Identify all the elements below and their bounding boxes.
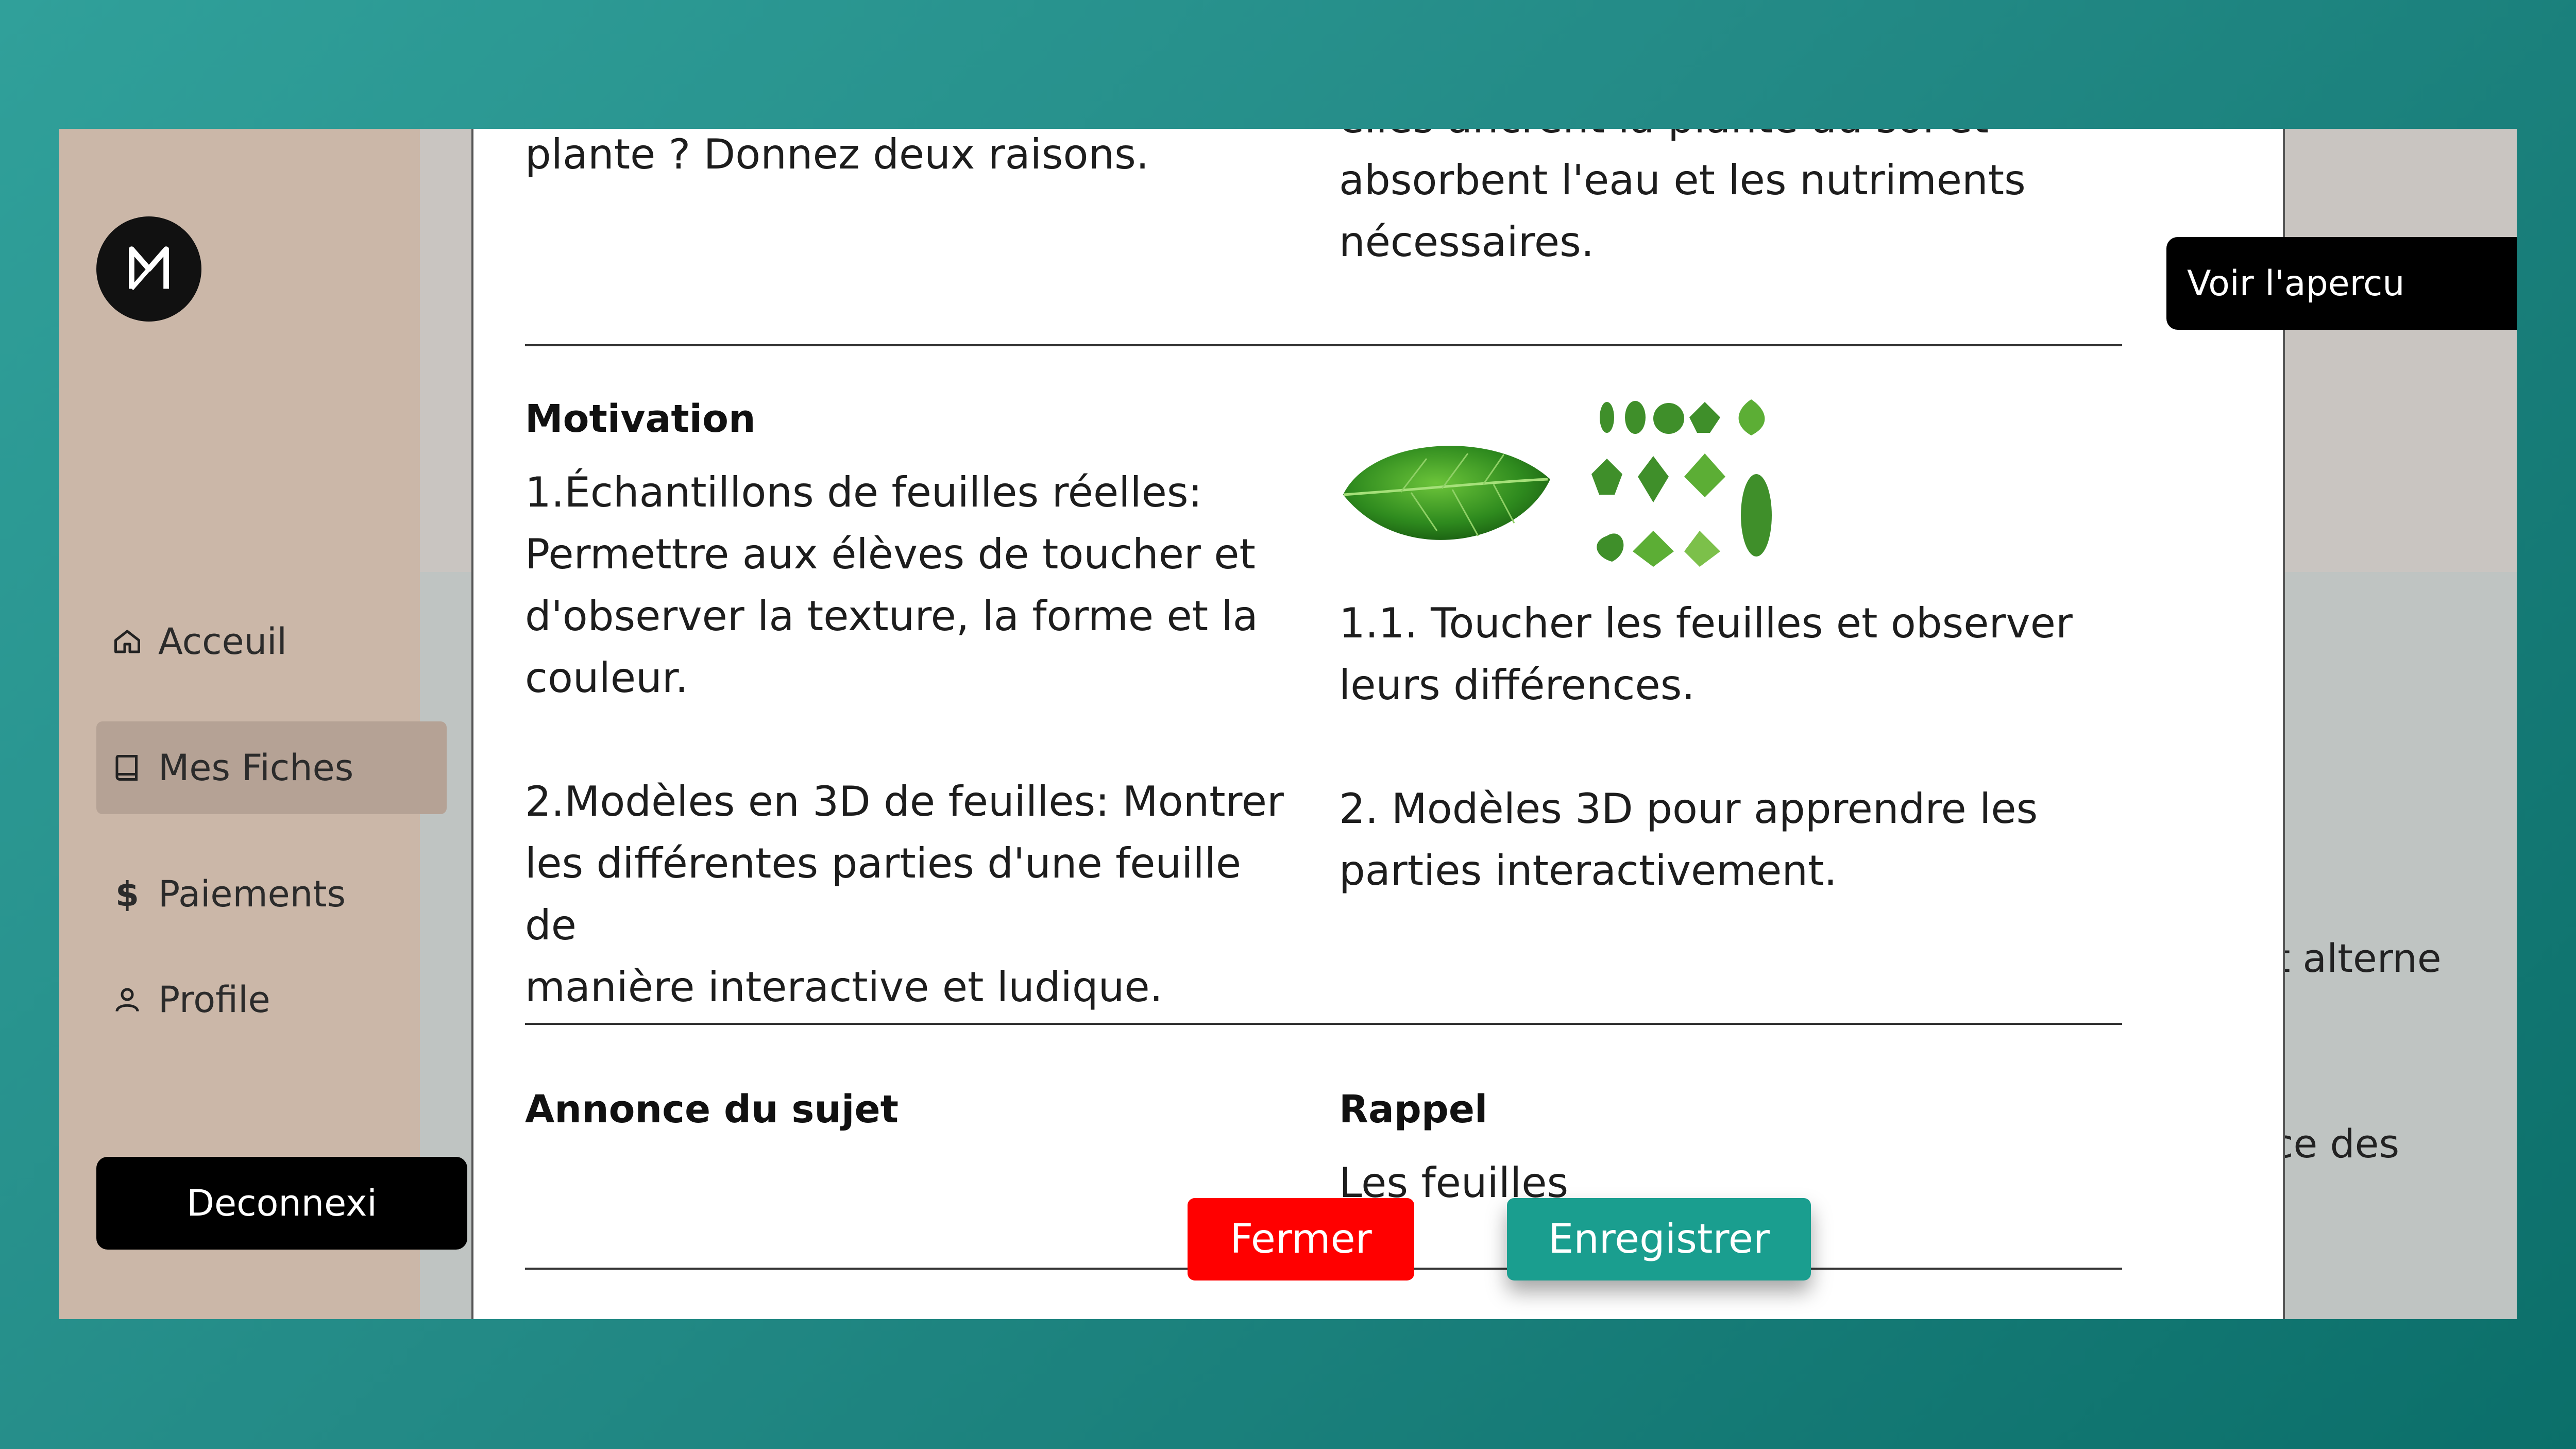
motivation-right-text-1: 1.1. Toucher les feuilles et observer le…	[1339, 599, 2073, 709]
close-button[interactable]: Fermer	[1188, 1198, 1414, 1280]
question-text: plante ? Donnez deux raisons.	[525, 130, 1149, 178]
sidebar-item-label: Mes Fiches	[158, 747, 354, 789]
rappel-column: Rappel Les feuilles	[1339, 1087, 2112, 1214]
leaf-image	[1343, 446, 1550, 540]
user-icon	[96, 984, 158, 1015]
motivation-text-2: 2.Modèles en 3D de feuilles: Montrer les…	[525, 778, 1284, 1011]
logout-button[interactable]: Deconnexi	[96, 1157, 467, 1250]
preview-button[interactable]: Voir l'apercu	[2166, 237, 2517, 330]
sidebar-item-profile[interactable]: Profile	[96, 953, 447, 1046]
sidebar-item-label: Profile	[158, 979, 270, 1021]
annonce-heading: Annonce du sujet	[525, 1087, 899, 1132]
sidebar-item-label: Acceuil	[158, 620, 287, 663]
answer-text: elles ancrent la plante au sol et absorb…	[1339, 129, 2026, 266]
leaf-types-chart-image	[1586, 386, 1787, 587]
motivation-text-1: 1.Échantillons de feuilles réelles: Perm…	[525, 468, 1258, 702]
book-icon	[96, 752, 158, 783]
divider	[525, 344, 2122, 346]
divider	[525, 1023, 2122, 1025]
save-button[interactable]: Enregistrer	[1507, 1198, 1811, 1280]
modal-dialog: plante ? Donnez deux raisons. elles ancr…	[471, 129, 2285, 1319]
sidebar: Acceuil Mes Fiches $ Paiements Profile D…	[59, 129, 467, 1319]
leaf-images	[1339, 386, 2112, 593]
sidebar-item-acceuil[interactable]: Acceuil	[96, 595, 447, 688]
motivation-right-text-2: 2. Modèles 3D pour apprendre les parties…	[1339, 785, 2038, 895]
motivation-left: Motivation 1.Échantillons de feuilles ré…	[525, 397, 1298, 1018]
dollar-icon: $	[115, 874, 139, 914]
motivation-heading: Motivation	[525, 397, 756, 441]
sidebar-item-mes-fiches[interactable]: Mes Fiches	[96, 721, 447, 814]
motivation-right: 1.1. Toucher les feuilles et observer le…	[1339, 386, 2112, 902]
home-icon	[96, 626, 158, 657]
logo-icon[interactable]	[96, 216, 201, 322]
app-window: Voir l'apercu ée ) et alterne ance des A…	[59, 129, 2517, 1319]
rappel-heading: Rappel	[1339, 1087, 1488, 1132]
sidebar-item-label: Paiements	[158, 873, 346, 915]
sidebar-item-paiements[interactable]: $ Paiements	[96, 848, 447, 940]
